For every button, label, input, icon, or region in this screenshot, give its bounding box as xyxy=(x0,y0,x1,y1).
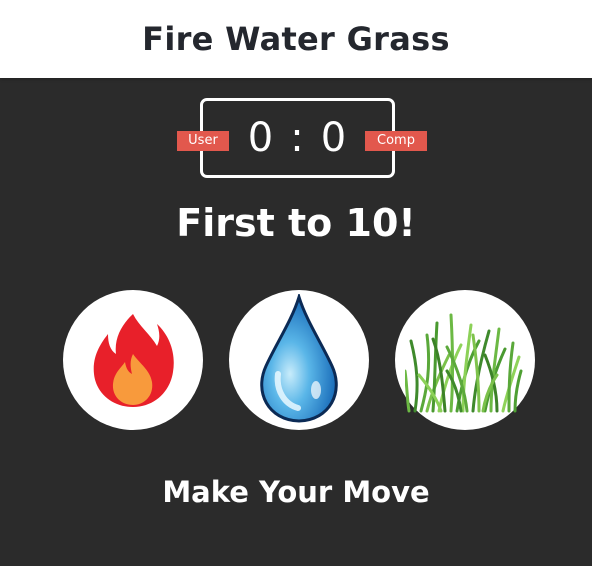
user-badge: User xyxy=(177,131,229,151)
comp-badge: Comp xyxy=(365,131,427,151)
water-choice-button[interactable] xyxy=(229,290,369,430)
result-message: First to 10! xyxy=(176,201,416,245)
header: Fire Water Grass xyxy=(0,0,592,78)
user-score: 0 xyxy=(247,115,275,161)
water-drop-icon xyxy=(260,294,338,423)
game-board: 0:0 User Comp First to 10! Make Your Mov… xyxy=(0,78,592,566)
comp-score: 0 xyxy=(320,115,348,161)
fire-choice-button[interactable] xyxy=(63,290,203,430)
fire-icon xyxy=(93,314,174,407)
score-display: 0:0 xyxy=(248,115,347,161)
score-separator: : xyxy=(290,115,305,161)
action-message: Make Your Move xyxy=(162,475,430,509)
grass-icon xyxy=(405,313,523,413)
page-title: Fire Water Grass xyxy=(142,20,450,58)
grass-choice-button[interactable] xyxy=(395,290,535,430)
